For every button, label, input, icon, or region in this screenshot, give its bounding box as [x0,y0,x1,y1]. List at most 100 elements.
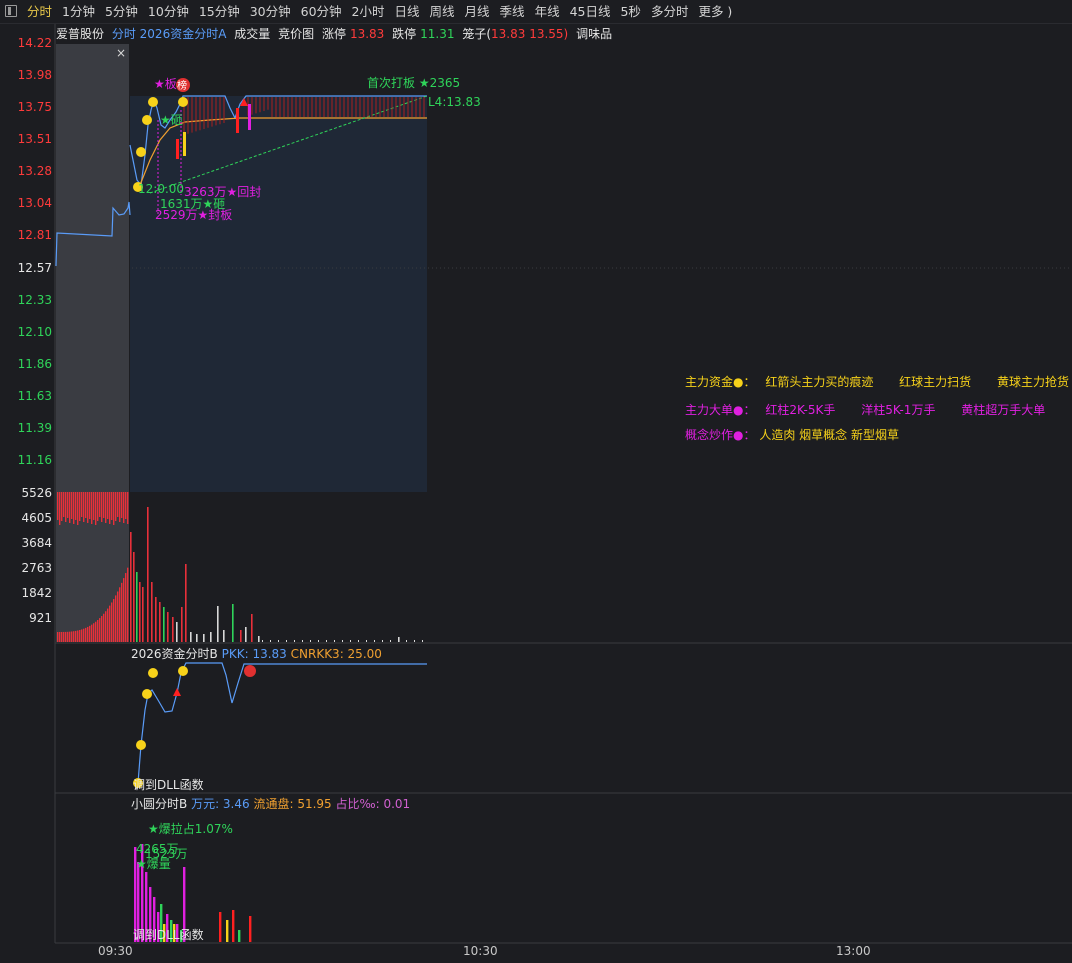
legend-item: 红箭头主力买的痕迹 [765,375,874,389]
panel-c-bar [249,916,252,942]
auction-top-bar [105,492,107,523]
auction-volume-bar [115,595,117,642]
yellow-ball-marker [136,740,146,750]
volume-bar-tiny [374,640,375,642]
volume-bar [181,607,183,642]
volume-bar [155,597,157,642]
volume-bar [139,582,141,642]
auction-volume-bar [87,626,89,642]
auction-top-bar [65,492,67,522]
volume-bar-tiny [406,640,407,642]
volume-bar [163,607,165,642]
auction-top-bar [101,492,103,522]
volume-bar-tiny [398,640,399,642]
panel-b-title[interactable]: 2026资金分时B [131,647,218,661]
legend-item: 黄球主力抢货 [997,375,1070,389]
seal-amount-annotation: 2529万★封板 [155,208,232,222]
auction-top-bar [61,492,63,521]
auction-volume-bar [81,629,83,642]
auction-volume-bar [113,599,115,642]
volume-bar [172,617,174,642]
auction-volume-bar [59,631,61,642]
volume-bar [240,630,242,642]
yellow-ball-marker [142,689,152,699]
auction-volume-bar [103,613,105,642]
yellow-ball-marker [148,668,158,678]
panel-c-title[interactable]: 小圆分时B [131,797,187,811]
auction-volume-bar [105,611,107,642]
legend-label: 概念炒作●： [685,428,756,442]
volume-bar-tiny [302,640,303,642]
auction-volume-bar [99,618,101,642]
legend-row-concepts: 概念炒作●： 人造肉 烟草概念 新型烟草 [685,426,899,443]
auction-top-bar [117,492,119,517]
volume-bar-tiny [382,640,383,642]
red-bar-marker [236,108,239,133]
auction-top-bar [71,492,73,519]
red-bar-marker [176,139,179,159]
session-volume-bars [130,507,423,642]
yellow-bar-marker [183,132,186,156]
panel-c-wan: 万元: 3.46 [191,797,250,811]
first-board-annotation: 首次打板 ★2365 [367,76,460,90]
panel-c-bar [238,930,241,942]
auction-volume-bar [61,631,63,642]
legend-row-big-orders: 主力大单●： 红柱2K-5K手 洋柱5K-1万手 黄柱超万手大单 [685,401,1045,418]
magenta-bar-marker [248,104,251,130]
session-shade [130,96,427,492]
red-ball-marker [244,665,256,677]
auction-top-bar [123,492,125,523]
panel-c-bar [232,910,235,942]
auction-volume-bar [121,582,123,642]
auction-volume-bar [111,602,113,642]
volume-bar [190,632,192,642]
auction-top-bar [79,492,81,521]
volume-bar [223,630,225,642]
auction-top-bar [83,492,85,522]
panel-b-pkk: PKK: 13.83 [221,647,287,661]
auction-volume-bar [91,624,93,642]
auction-volume-bar [75,630,77,642]
volume-bar [196,634,198,642]
legend-item: 洋柱5K-1万手 [861,403,936,417]
auction-volume-bar [119,587,121,642]
volume-bar [210,632,212,642]
auction-top-bar [97,492,99,521]
time-tick: 13:00 [836,944,871,958]
auction-area [56,44,129,642]
yellow-ball-marker [148,97,158,107]
auction-volume-bar [71,631,73,642]
auction-volume-bar [127,567,129,642]
auction-top-bar [111,492,113,520]
auction-top-bar [93,492,95,520]
auction-top-bar [109,492,111,524]
legend-row-main-funds: 主力资金●： 红箭头主力买的痕迹 红球主力扫货 黄球主力抢货 [685,373,1069,390]
auction-top-bar [103,492,105,518]
auction-top-bar [91,492,93,524]
panel-c-float: 流通盘: 51.95 [253,797,332,811]
auction-volume-bar [67,631,69,642]
auction-volume-bar [85,627,87,642]
auction-top-bar [125,492,127,519]
panel-c-bar [219,912,222,942]
volume-bar [167,612,169,642]
auction-top-bar [95,492,97,525]
volume-bar-tiny [318,640,319,642]
volume-bar [147,507,149,642]
auction-top-bar [127,492,129,524]
volume-bar-tiny [270,640,271,642]
volume-bar-tiny [342,640,343,642]
auction-volume-bar [117,591,119,642]
time-tick: 09:30 [98,944,133,958]
intraday-chart[interactable]: ★板 榜 ★砸 首次打板 ★2365 L4:13.83 12:0.00 3263… [0,0,1072,963]
legend-item: 红球主力扫货 [899,375,972,389]
volume-bar-tiny [422,640,423,642]
volume-bar-tiny [278,640,279,642]
close-icon[interactable]: × [116,46,126,60]
auction-volume-bar [93,623,95,642]
volume-bar [245,627,247,642]
volume-bar-tiny [286,640,287,642]
volume-bar [258,636,260,642]
volume-bar [130,532,132,642]
auction-volume-bar [73,631,75,642]
